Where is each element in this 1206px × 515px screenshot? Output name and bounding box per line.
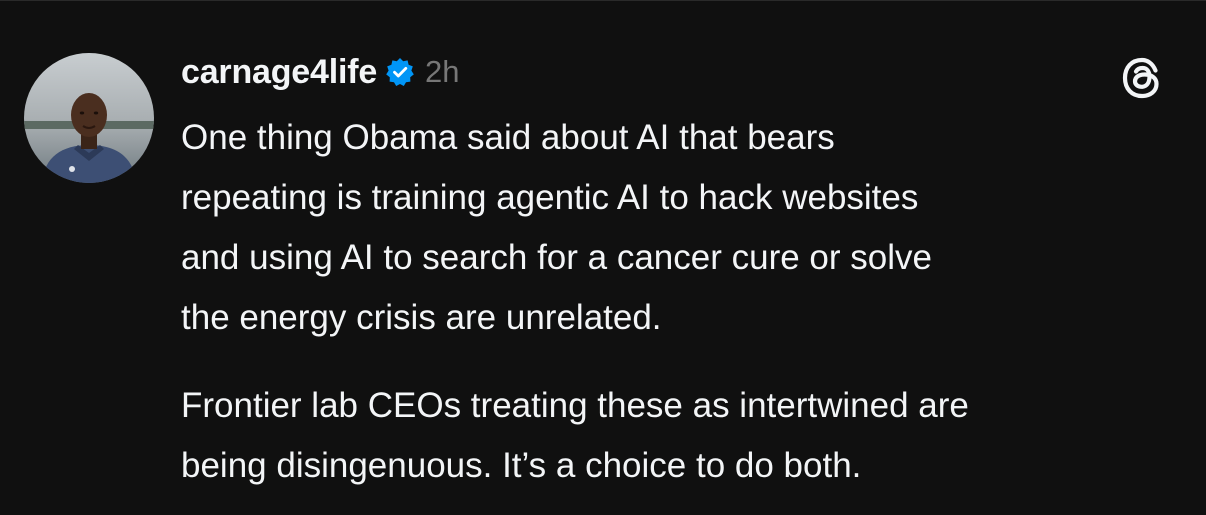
timestamp[interactable]: 2h [425,54,459,90]
username[interactable]: carnage4life [181,53,377,92]
post-header: carnage4life 2h [181,47,460,97]
threads-logo-icon[interactable] [1117,53,1167,103]
thread-post: carnage4life 2h One thing Obama said abo… [0,0,1206,515]
post-body: One thing Obama said about AI that bears… [181,108,1181,496]
post-paragraph: One thing Obama said about AI that bears… [181,118,932,337]
verified-badge-icon [385,57,415,87]
avatar[interactable] [24,53,154,183]
post-paragraph: Frontier lab CEOs treating these as inte… [181,386,969,485]
profile-photo-icon [24,53,154,183]
